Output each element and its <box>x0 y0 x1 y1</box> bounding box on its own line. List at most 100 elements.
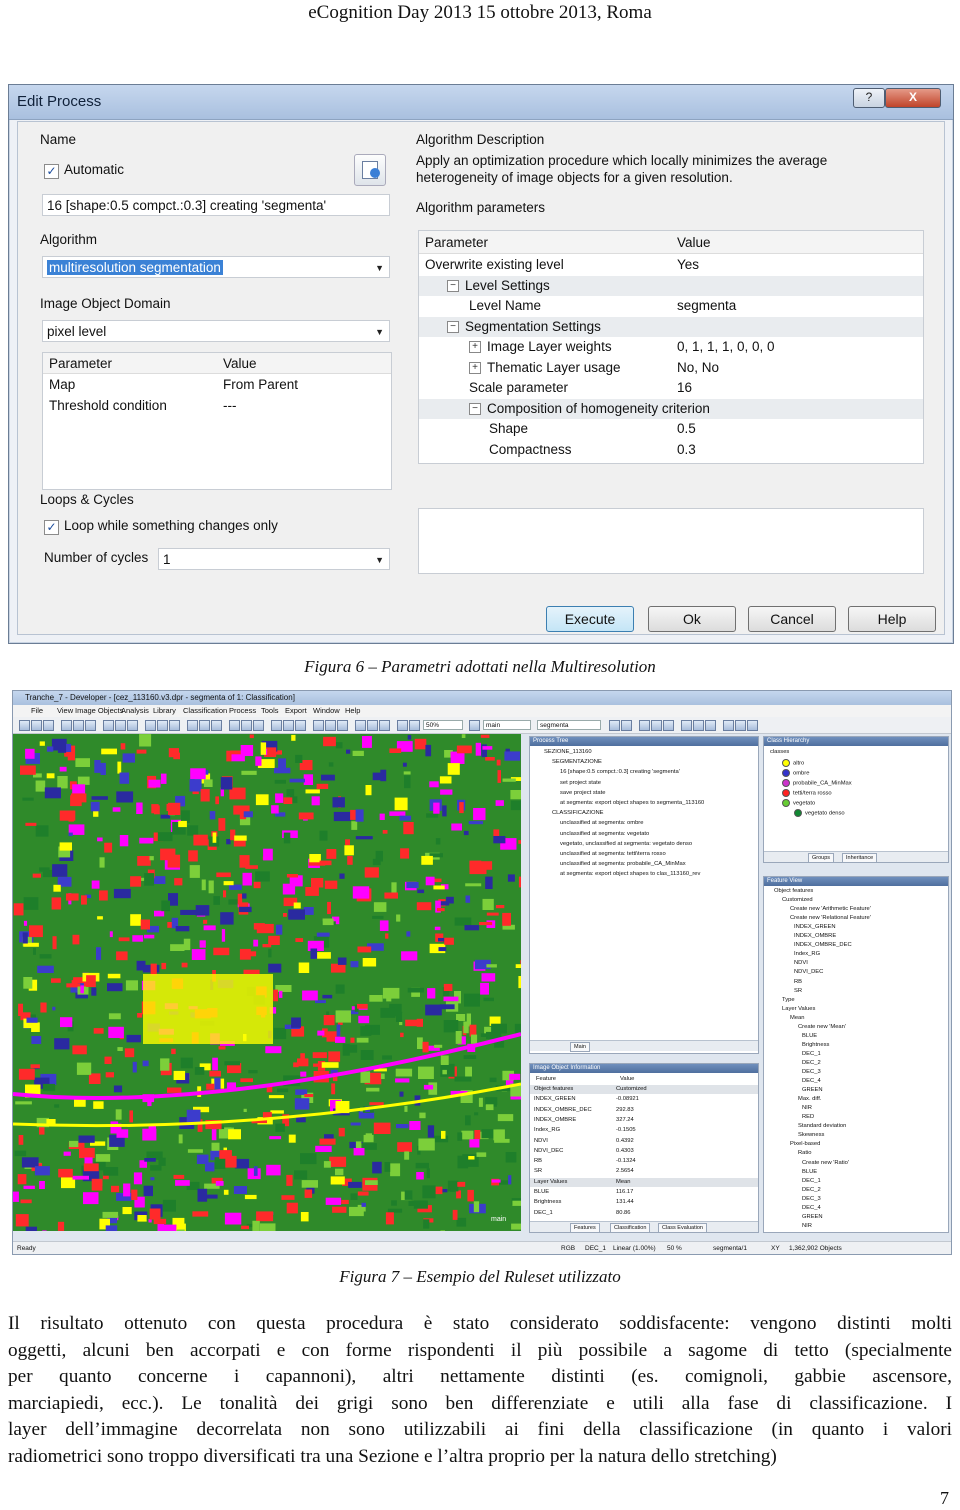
feature-item[interactable]: Create new 'Relational Feature' <box>790 915 871 922</box>
domain-select[interactable]: pixel level ▼ <box>42 320 390 342</box>
feature-item[interactable]: DEC_4 <box>802 1205 821 1212</box>
feature-item[interactable]: Layer Values <box>782 1006 815 1013</box>
process-tree-item[interactable]: at segmenta: export object shapes to seg… <box>560 800 704 807</box>
process-tree-item[interactable]: unclassified at segmenta: tetti\terra ro… <box>560 851 666 858</box>
tab-class-evaluation[interactable]: Class Evaluation <box>658 1223 707 1233</box>
toolbar-icon[interactable] <box>31 720 42 731</box>
toolbar-icon[interactable] <box>199 720 210 731</box>
toolbar-icon[interactable] <box>469 720 480 731</box>
menu-item-analysis[interactable]: Analysis <box>121 706 149 715</box>
feature-item[interactable]: NIR <box>802 1223 812 1230</box>
feature-item[interactable]: Pixel-based <box>790 1141 820 1148</box>
toolbar-icon[interactable] <box>295 720 306 731</box>
toolbar-icon[interactable] <box>397 720 408 731</box>
collapse-icon[interactable]: − <box>447 279 459 292</box>
params-value[interactable]: 0.3 <box>677 442 696 457</box>
feature-item[interactable]: INDEX_GREEN <box>794 924 836 931</box>
object-info-feature[interactable]: SR <box>534 1168 542 1175</box>
toolbar-icon[interactable] <box>115 720 126 731</box>
toolbar-icon[interactable] <box>127 720 138 731</box>
toolbar-icon[interactable] <box>241 720 252 731</box>
class-item[interactable]: ombre <box>782 769 809 778</box>
object-info-feature[interactable]: RB <box>534 1158 542 1165</box>
feature-item[interactable]: Skewness <box>798 1132 824 1139</box>
params-value[interactable]: 16 <box>677 380 692 395</box>
toolbar-icon[interactable] <box>271 720 282 731</box>
object-info-feature[interactable]: Layer Values <box>534 1179 567 1186</box>
feature-item[interactable]: Ratio <box>798 1150 812 1157</box>
toolbar-icon[interactable] <box>187 720 198 731</box>
process-tree-item[interactable]: set project state <box>560 780 601 787</box>
object-info-feature[interactable]: DEC_1 <box>534 1210 553 1217</box>
toolbar-icon[interactable] <box>73 720 84 731</box>
process-tree-item[interactable]: at segmenta: export object shapes to cla… <box>560 871 700 878</box>
class-item[interactable]: vegetato <box>782 799 815 808</box>
feature-item[interactable]: Customized <box>782 897 813 904</box>
menu-item-help[interactable]: Help <box>345 706 360 715</box>
feature-item[interactable]: DEC_3 <box>802 1196 821 1203</box>
classified-map-view[interactable]: main <box>13 734 521 1231</box>
feature-item[interactable]: DEC_3 <box>802 1069 821 1076</box>
toolbar-icon[interactable] <box>229 720 240 731</box>
feature-item[interactable]: NIR <box>802 1105 812 1112</box>
feature-item[interactable]: BLUE <box>802 1169 817 1176</box>
menu-item-tools[interactable]: Tools <box>261 706 279 715</box>
help-icon[interactable]: ? <box>853 88 885 108</box>
feature-item[interactable]: INDEX_OMBRE_DEC <box>794 942 852 949</box>
menu-item-view[interactable]: View <box>57 706 73 715</box>
object-info-feature[interactable]: NDVI <box>534 1138 548 1145</box>
params-row[interactable]: Overwrite existing level <box>425 257 564 272</box>
params-row[interactable]: + Thematic Layer usage <box>469 360 621 375</box>
loop-checkbox[interactable]: ✓ <box>44 520 59 535</box>
menu-item-image-objects[interactable]: Image Objects <box>75 706 123 715</box>
menu-item-classification[interactable]: Classification <box>183 706 227 715</box>
feature-item[interactable]: DEC_2 <box>802 1060 821 1067</box>
feature-item[interactable]: INDEX_OMBRE <box>794 933 836 940</box>
menu-item-process[interactable]: Process <box>229 706 256 715</box>
process-tree-item[interactable]: CLASSIFICAZIONE <box>552 810 604 817</box>
params-value[interactable]: No, No <box>677 360 719 375</box>
class-item[interactable]: probabile_CA_MinMax <box>782 779 852 788</box>
menu-item-file[interactable]: File <box>31 706 43 715</box>
automatic-checkbox[interactable]: ✓ <box>44 164 59 179</box>
toolbar-icon[interactable] <box>169 720 180 731</box>
toolbar-icon[interactable] <box>325 720 336 731</box>
object-info-feature[interactable]: Object features <box>534 1086 573 1093</box>
toolbar-icon[interactable] <box>621 720 632 731</box>
object-info-feature[interactable]: NDVI_DEC <box>534 1148 563 1155</box>
toolbar-icon[interactable] <box>735 720 746 731</box>
toolbar-icon[interactable] <box>723 720 734 731</box>
object-info-feature[interactable]: INDEX_OMBRE_DEC <box>534 1107 592 1114</box>
ok-button[interactable]: Ok <box>648 606 736 632</box>
process-tree-item[interactable]: SEGMENTAZIONE <box>552 759 602 766</box>
feature-item[interactable]: RED <box>802 1114 814 1121</box>
feature-item[interactable]: Brightness <box>802 1042 829 1049</box>
toolbar-icon[interactable] <box>609 720 620 731</box>
feature-item[interactable]: Create new 'Ratio' <box>802 1160 849 1167</box>
feature-item[interactable]: Index_RG <box>794 951 820 958</box>
feature-item[interactable]: RB <box>794 979 802 986</box>
toolbar-icon[interactable] <box>283 720 294 731</box>
tab-inheritance[interactable]: Inheritance <box>842 853 878 863</box>
process-tree-item[interactable]: vegetato, unclassified at segmenta: vege… <box>560 841 692 848</box>
params-row[interactable]: Shape <box>489 421 528 436</box>
feature-item[interactable]: Type <box>782 997 795 1004</box>
object-info-feature[interactable]: INDEX_OMBRE <box>534 1117 576 1124</box>
domain-grid-value[interactable]: --- <box>223 398 237 413</box>
class-root[interactable]: classes <box>770 749 789 756</box>
cancel-button[interactable]: Cancel <box>748 606 836 632</box>
edit-name-icon[interactable] <box>354 154 386 186</box>
params-value[interactable]: 0, 1, 1, 1, 0, 0, 0 <box>677 339 775 354</box>
toolbar-icon[interactable] <box>211 720 222 731</box>
expand-icon[interactable]: + <box>469 341 481 354</box>
feature-item[interactable]: DEC_2 <box>802 1187 821 1194</box>
toolbar-icon[interactable] <box>639 720 650 731</box>
tab-main[interactable]: Main <box>570 1042 590 1052</box>
process-tree-item[interactable]: SEZIONE_113160 <box>544 749 592 756</box>
toolbar-icon[interactable] <box>681 720 692 731</box>
toolbar-icon[interactable] <box>61 720 72 731</box>
feature-item[interactable]: SR <box>794 988 802 995</box>
params-row[interactable]: Level Name <box>469 298 541 313</box>
toolbar-icon[interactable] <box>253 720 264 731</box>
process-tree-item[interactable]: 16 [shape:0.5 compct.:0.3] creating 'seg… <box>560 769 680 776</box>
